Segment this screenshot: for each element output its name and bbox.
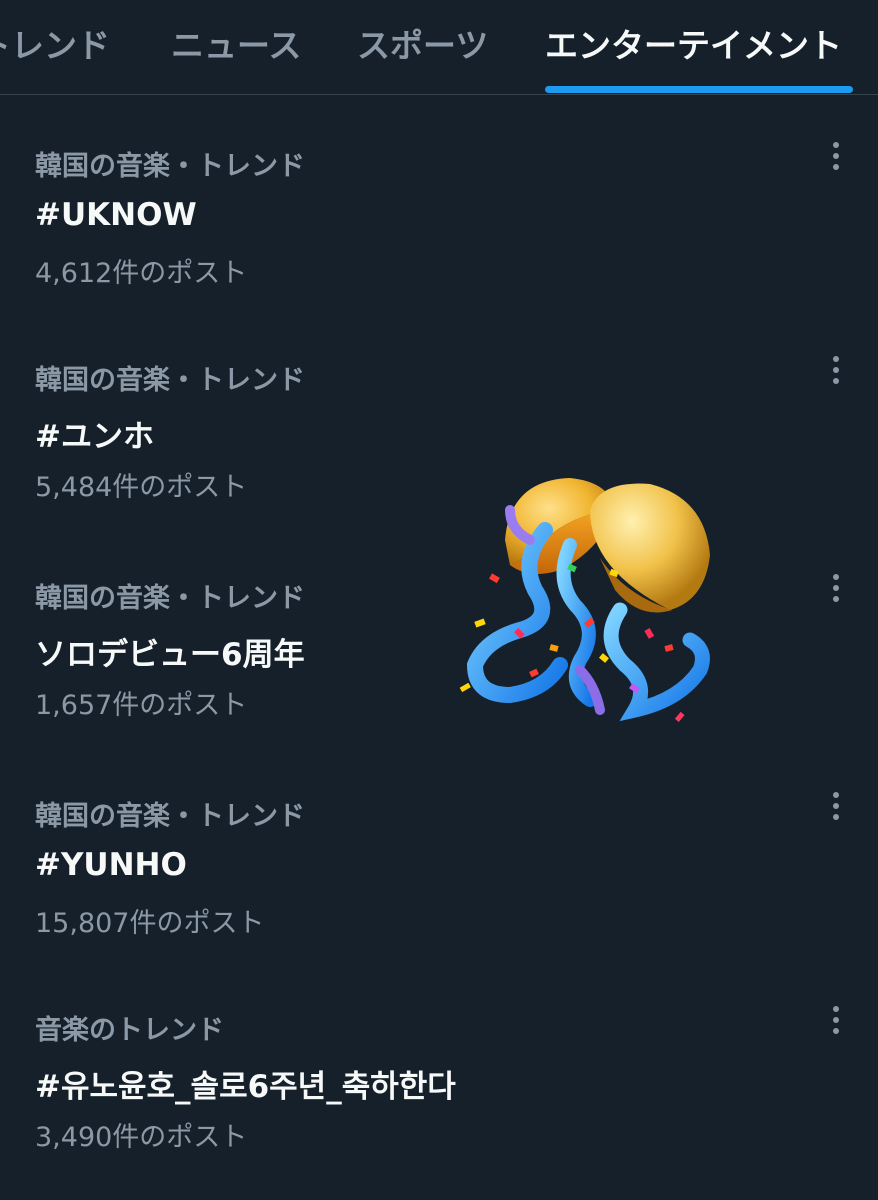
more-vertical-icon[interactable] <box>816 568 856 608</box>
trend-item[interactable]: 韓国の音楽・トレンド #UKNOW 4,612件のポスト <box>0 114 878 330</box>
trend-title: #ユンホ <box>35 419 154 455</box>
tab-entertainment[interactable]: エンターテイメント <box>545 24 842 68</box>
trend-category: 韓国の音楽・トレンド <box>35 801 305 832</box>
explore-tab-bar: トレンド ニュース スポーツ エンターテイメント <box>0 0 878 95</box>
explore-screen: トレンド ニュース スポーツ エンターテイメント 韓国の音楽・トレンド #UKN… <box>0 0 878 1200</box>
active-tab-indicator <box>545 86 853 93</box>
confetti-ball-icon <box>450 470 720 740</box>
more-vertical-icon[interactable] <box>816 136 856 176</box>
more-vertical-icon[interactable] <box>816 1000 856 1040</box>
trend-item[interactable]: 韓国の音楽・トレンド #YUNHO 15,807件のポスト <box>0 764 878 980</box>
trend-title: #유노윤호_솔로6주년_축하한다 <box>35 1069 456 1105</box>
trend-post-count: 4,612件のポスト <box>35 258 248 289</box>
tab-sports[interactable]: スポーツ <box>357 24 488 68</box>
tab-news[interactable]: ニュース <box>171 24 301 68</box>
trend-item[interactable]: 音楽のトレンド #유노윤호_솔로6주년_축하한다 3,490件のポスト <box>0 978 878 1194</box>
trend-title: #UKNOW <box>35 197 197 233</box>
trend-title: #YUNHO <box>35 847 187 883</box>
trend-category: 音楽のトレンド <box>35 1015 224 1046</box>
trend-item[interactable]: 韓国の音楽・トレンド ソロデビュー6周年 1,657件のポスト <box>0 546 878 762</box>
trend-title: ソロデビュー6周年 <box>35 637 305 673</box>
trend-post-count: 1,657件のポスト <box>35 690 248 721</box>
tab-trending[interactable]: トレンド <box>0 24 110 68</box>
trend-item[interactable]: 韓国の音楽・トレンド #ユンホ 5,484件のポスト <box>0 328 878 544</box>
trend-post-count: 15,807件のポスト <box>35 908 265 939</box>
trend-category: 韓国の音楽・トレンド <box>35 583 305 614</box>
more-vertical-icon[interactable] <box>816 786 856 826</box>
trend-post-count: 5,484件のポスト <box>35 472 248 503</box>
trend-category: 韓国の音楽・トレンド <box>35 365 305 396</box>
trend-post-count: 3,490件のポスト <box>35 1122 248 1153</box>
more-vertical-icon[interactable] <box>816 350 856 390</box>
trend-category: 韓国の音楽・トレンド <box>35 151 305 182</box>
